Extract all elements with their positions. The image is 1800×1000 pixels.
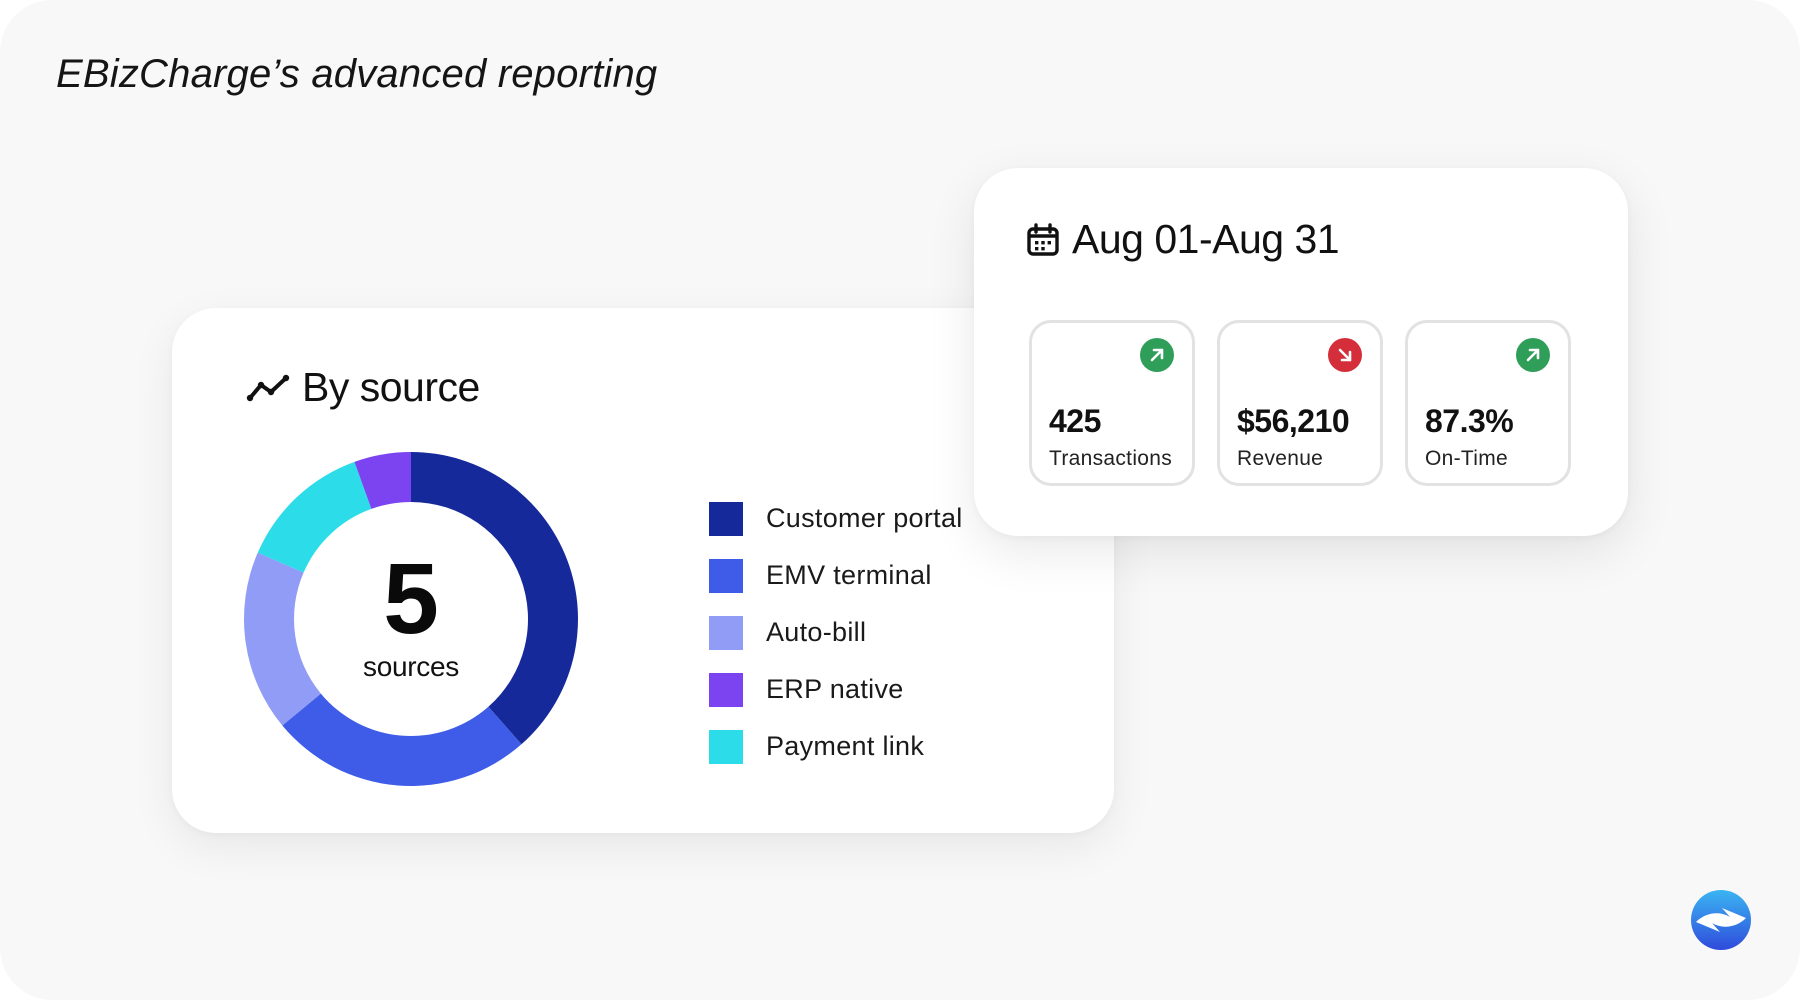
stat-value: 425: [1049, 403, 1101, 439]
legend-swatch: [709, 672, 743, 707]
trend-up-icon: [1140, 338, 1174, 372]
legend-label: Payment link: [766, 731, 925, 761]
sources-unit-label: sources: [363, 651, 459, 682]
page-frame: EBizCharge’s advanced reporting By sourc…: [0, 0, 1800, 1000]
trend-line-icon: [246, 373, 290, 403]
legend-item-auto-bill: Auto-bill: [709, 604, 963, 661]
stat-label: Transactions: [1049, 447, 1173, 470]
legend-swatch: [709, 501, 743, 536]
ebizcharge-logo-icon: [1690, 889, 1752, 956]
stat-value: $56,210: [1237, 403, 1350, 439]
trend-down-icon: [1328, 338, 1362, 372]
legend-swatch: [709, 558, 743, 593]
calendar-icon: [1026, 222, 1060, 257]
stat-revenue: $56,210 Revenue: [1217, 320, 1383, 486]
page-title: EBizCharge’s advanced reporting: [56, 52, 658, 96]
by-source-heading: By source: [246, 364, 480, 411]
legend-label: Customer portal: [766, 503, 963, 533]
by-source-card: By source 5 sources Customer portal EMV t…: [172, 308, 1114, 833]
stat-transactions: 425 Transactions: [1029, 320, 1195, 486]
legend-label: EMV terminal: [766, 560, 932, 590]
date-range-heading: Aug 01-Aug 31: [1026, 216, 1340, 263]
legend-item-payment-link: Payment link: [709, 718, 963, 775]
legend-swatch: [709, 729, 743, 764]
stat-label: Revenue: [1237, 447, 1324, 470]
date-range-label: Aug 01-Aug 31: [1072, 216, 1340, 262]
sources-count: 5: [383, 543, 439, 655]
trend-up-icon: [1516, 338, 1550, 372]
by-source-title: By source: [302, 364, 480, 410]
legend-item-erp-native: ERP native: [709, 661, 963, 718]
stat-label: On-Time: [1425, 447, 1508, 470]
date-stats-card: Aug 01-Aug 31 425 Transactions $56,210 R…: [974, 168, 1628, 536]
chart-legend: Customer portal EMV terminal Auto-bill ERP …: [709, 490, 963, 775]
legend-label: ERP native: [766, 674, 904, 704]
legend-item-customer-portal: Customer portal: [709, 490, 963, 547]
legend-item-emv-terminal: EMV terminal: [709, 547, 963, 604]
stat-on-time: 87.3% On-Time: [1405, 320, 1571, 486]
stat-value: 87.3%: [1425, 403, 1514, 439]
legend-label: Auto-bill: [766, 617, 867, 647]
legend-swatch: [709, 615, 743, 650]
donut-center-label: 5 sources: [242, 450, 580, 788]
